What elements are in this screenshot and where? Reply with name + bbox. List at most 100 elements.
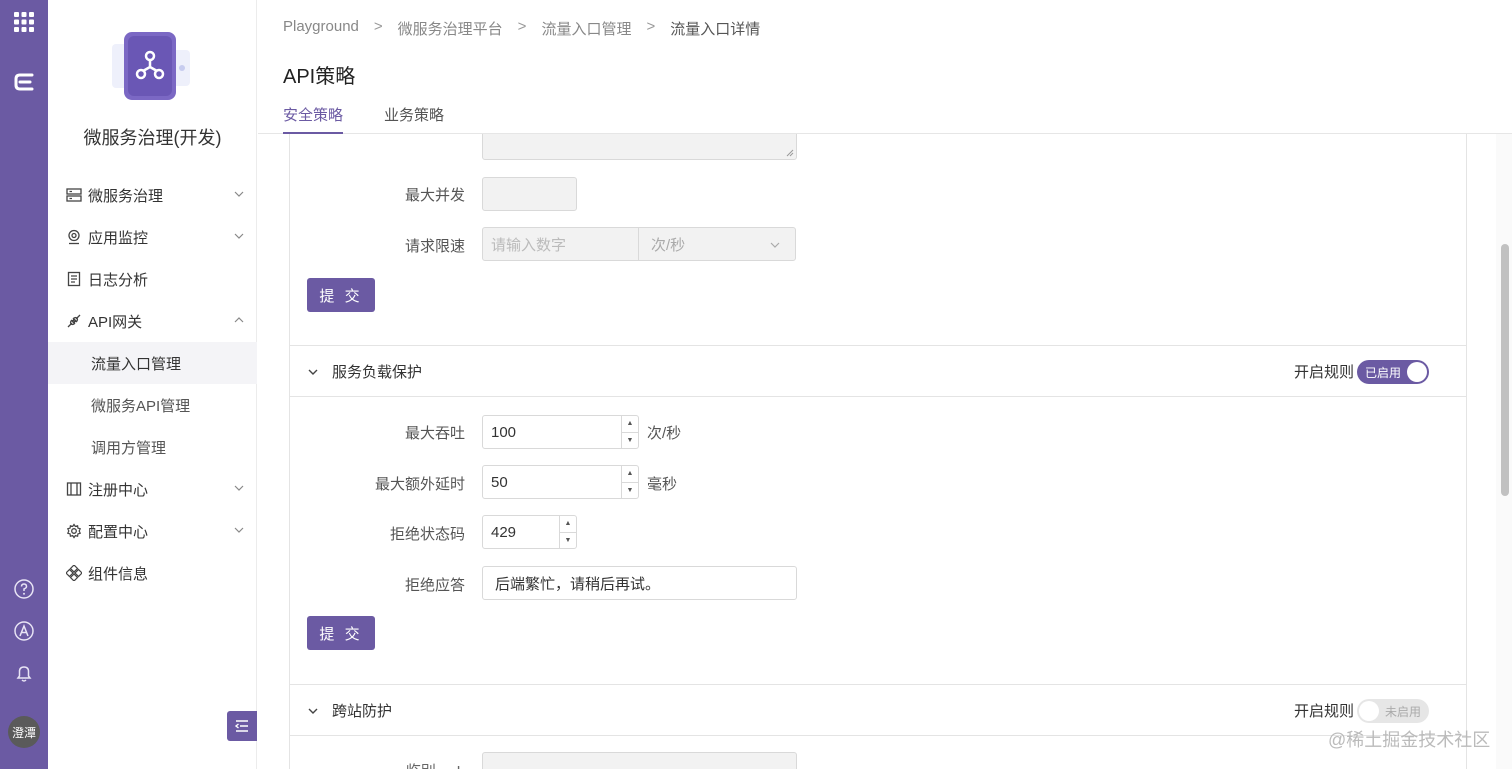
toggle-text: 已启用 bbox=[1365, 366, 1402, 380]
stepper-up-icon[interactable]: ▲ bbox=[622, 416, 638, 433]
tab-security-policy[interactable]: 安全策略 bbox=[283, 104, 344, 134]
field-label: 最大吞吐 bbox=[404, 425, 465, 442]
number-stepper[interactable]: ▲ ▼ bbox=[621, 466, 638, 498]
input-value: 后端繁忙，请稍后再试。 bbox=[495, 575, 661, 593]
tab-bar: 安全策略 业务策略 bbox=[258, 96, 1512, 134]
menu-label: API网关 bbox=[88, 313, 143, 331]
breadcrumb-separator: > bbox=[646, 18, 656, 35]
submenu-microservice-api[interactable]: 微服务API管理 bbox=[48, 384, 257, 426]
menu-app-monitoring[interactable]: 应用监控 bbox=[48, 216, 257, 258]
section-header-csrf-protection[interactable]: 跨站防护 开启规则 未启用 bbox=[290, 684, 1466, 736]
document-icon bbox=[66, 271, 82, 287]
sidebar: 微服务治理(开发) 微服务治理 应用监控 日志分析 API网关 流量入口管理 微… bbox=[48, 0, 257, 769]
app-logo-icon bbox=[110, 30, 192, 106]
plug-icon bbox=[66, 313, 82, 329]
breadcrumb-separator: > bbox=[517, 18, 527, 35]
rule-label: 开启规则 bbox=[1294, 703, 1355, 720]
rule-toggle[interactable]: 已启用 bbox=[1357, 360, 1429, 384]
chevron-down-icon bbox=[308, 369, 318, 375]
breadcrumb-current: 流量入口详情 bbox=[670, 21, 761, 38]
menu-component-info[interactable]: 组件信息 bbox=[48, 552, 257, 594]
field-label: 最大额外延时 bbox=[374, 476, 465, 493]
unit-label: 次/秒 bbox=[647, 425, 682, 442]
chevron-down-icon bbox=[234, 527, 244, 533]
field-label: 拒绝状态码 bbox=[389, 526, 465, 543]
collapse-icon bbox=[234, 720, 248, 732]
menu-label: 日志分析 bbox=[88, 271, 149, 289]
location-pin-icon bbox=[66, 229, 82, 245]
tab-business-policy[interactable]: 业务策略 bbox=[384, 104, 444, 134]
toggle-knob bbox=[1359, 701, 1379, 721]
submit-button[interactable]: 提 交 bbox=[307, 278, 375, 312]
number-stepper[interactable]: ▲ ▼ bbox=[621, 416, 638, 448]
breadcrumb-item[interactable]: 流量入口管理 bbox=[541, 18, 631, 39]
stepper-down-icon[interactable]: ▼ bbox=[560, 533, 576, 549]
avatar[interactable]: 澄潭 bbox=[8, 716, 40, 748]
chevron-down-icon bbox=[308, 708, 318, 714]
partial-input[interactable] bbox=[482, 752, 797, 769]
chevron-up-icon bbox=[234, 317, 244, 323]
breadcrumb-item[interactable]: Playground bbox=[283, 18, 359, 39]
menu-log-analysis[interactable]: 日志分析 bbox=[48, 258, 257, 300]
section-header-load-protection[interactable]: 服务负载保护 开启规则 已启用 bbox=[290, 345, 1466, 397]
brand-logo-icon[interactable] bbox=[12, 70, 36, 94]
apps-grid-icon[interactable] bbox=[12, 10, 36, 34]
components-icon bbox=[66, 565, 82, 581]
policy-panel: 最大并发 请求限速 请输入数字 次/秒 提 交 服务负载保护 开启规则 已启用 … bbox=[289, 134, 1467, 769]
scrollbar-thumb[interactable] bbox=[1501, 244, 1509, 496]
menu-label: 应用监控 bbox=[88, 229, 149, 247]
stepper-up-icon[interactable]: ▲ bbox=[622, 466, 638, 483]
menu-registry-center[interactable]: 注册中心 bbox=[48, 468, 257, 510]
collapse-sidebar-button[interactable] bbox=[227, 711, 257, 741]
menu-microservice-governance[interactable]: 微服务治理 bbox=[48, 174, 257, 216]
max-concurrency-input[interactable] bbox=[482, 177, 577, 211]
chevron-down-icon bbox=[770, 242, 780, 248]
input-value: 50 bbox=[491, 473, 508, 491]
bell-icon[interactable] bbox=[12, 661, 36, 685]
rule-toggle[interactable]: 未启用 bbox=[1357, 699, 1429, 723]
book-icon bbox=[66, 481, 82, 497]
field-label: 最大并发 bbox=[404, 187, 465, 204]
watermark: @稀土掘金技术社区 bbox=[1328, 730, 1491, 750]
max-extra-delay-input[interactable]: 50 ▲ ▼ bbox=[482, 465, 639, 499]
app-rail: 澄潭 bbox=[0, 0, 48, 769]
breadcrumb-item[interactable]: 微服务治理平台 bbox=[398, 18, 503, 39]
gear-icon bbox=[66, 523, 82, 539]
menu-config-center[interactable]: 配置中心 bbox=[48, 510, 257, 552]
field-label: 拒绝应答 bbox=[404, 577, 465, 594]
chevron-down-icon bbox=[234, 485, 244, 491]
submenu-traffic-entry[interactable]: 流量入口管理 bbox=[48, 342, 257, 384]
max-throughput-input[interactable]: 100 ▲ ▼ bbox=[482, 415, 639, 449]
breadcrumb: Playground > 微服务治理平台 > 流量入口管理 > 流量入口详情 bbox=[283, 18, 760, 39]
unit-label: 毫秒 bbox=[647, 476, 678, 493]
select-value: 次/秒 bbox=[651, 236, 686, 254]
submit-button[interactable]: 提 交 bbox=[307, 616, 375, 650]
submenu-caller-management[interactable]: 调用方管理 bbox=[48, 426, 257, 468]
menu-label: 配置中心 bbox=[88, 523, 149, 541]
rate-unit-select[interactable]: 次/秒 bbox=[638, 227, 796, 261]
field-label: 临别 ... L bbox=[290, 760, 465, 769]
input-value: 429 bbox=[491, 523, 517, 541]
chevron-down-icon bbox=[234, 191, 244, 197]
app-store-icon[interactable] bbox=[12, 619, 36, 643]
chevron-down-icon bbox=[234, 233, 244, 239]
app-name: 微服务治理(开发) bbox=[83, 128, 222, 148]
page-title: API策略 bbox=[283, 66, 356, 88]
menu-label: 组件信息 bbox=[88, 565, 149, 583]
reject-response-input[interactable]: 后端繁忙，请稍后再试。 bbox=[482, 566, 797, 600]
field-label: 请求限速 bbox=[404, 238, 465, 255]
server-icon bbox=[66, 187, 82, 203]
menu-label: 注册中心 bbox=[88, 481, 149, 499]
stepper-up-icon[interactable]: ▲ bbox=[560, 516, 576, 533]
rate-limit-input[interactable]: 请输入数字 bbox=[482, 227, 639, 261]
help-icon[interactable] bbox=[12, 577, 36, 601]
textarea-field[interactable] bbox=[482, 134, 797, 160]
stepper-down-icon[interactable]: ▼ bbox=[622, 433, 638, 449]
menu-label: 微服务治理 bbox=[88, 187, 164, 205]
rule-label: 开启规则 bbox=[1294, 364, 1355, 381]
reject-status-code-input[interactable]: 429 ▲ ▼ bbox=[482, 515, 577, 549]
menu-api-gateway[interactable]: API网关 bbox=[48, 300, 257, 342]
stepper-down-icon[interactable]: ▼ bbox=[622, 483, 638, 499]
number-stepper[interactable]: ▲ ▼ bbox=[559, 516, 576, 548]
resize-handle-icon bbox=[786, 149, 794, 157]
